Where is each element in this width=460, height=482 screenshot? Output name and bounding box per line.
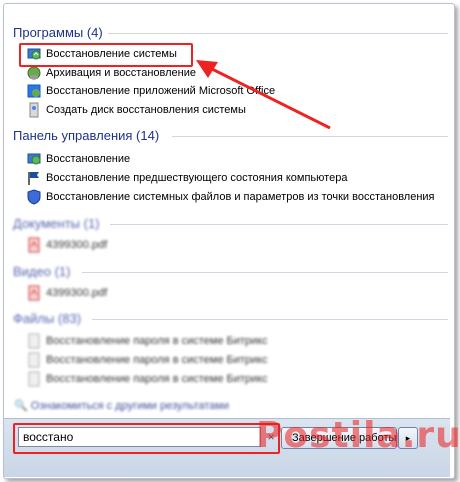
section-divider [110, 224, 448, 225]
result-video[interactable]: 4399300.pdf [26, 284, 107, 302]
file-icon [26, 333, 42, 349]
result-label: Восстановление [46, 153, 131, 165]
result-label: Восстановление пароля в системе Битрикс [46, 373, 268, 385]
section-divider [82, 272, 448, 273]
section-header-control-panel[interactable]: Панель управления (14) [13, 128, 159, 143]
result-file[interactable]: Восстановление пароля в системе Битрикс [26, 351, 268, 369]
section-divider [172, 136, 448, 137]
section-header-programs[interactable]: Программы (4) [13, 25, 103, 40]
result-label: Восстановление пароля в системе Битрикс [46, 354, 268, 366]
result-file[interactable]: Восстановление пароля в системе Битрикс [26, 370, 268, 388]
search-icon: 🔍 [14, 400, 28, 412]
result-label: Восстановление предшествующего состояния… [46, 172, 348, 184]
file-icon [26, 352, 42, 368]
result-recovery[interactable]: Восстановление [26, 150, 130, 168]
result-restore-system-files[interactable]: Восстановление системных файлов и параме… [26, 188, 435, 206]
result-label: 4399300.pdf [46, 287, 108, 299]
section-header-video[interactable]: Видео (1) [13, 264, 70, 279]
pdf-icon [26, 285, 42, 301]
result-label: 4399300.pdf [46, 239, 108, 251]
result-label: Восстановление системных файлов и параме… [46, 191, 435, 203]
see-more-results-link[interactable]: 🔍 Ознакомиться с другими результатами [14, 399, 229, 412]
result-restore-previous-state[interactable]: Восстановление предшествующего состояния… [26, 169, 347, 187]
disc-icon [26, 102, 42, 118]
highlight-box [19, 43, 193, 67]
office-recovery-icon [26, 83, 42, 99]
result-document[interactable]: 4399300.pdf [26, 236, 107, 254]
flag-icon [26, 170, 42, 186]
highlight-box [13, 423, 280, 454]
pdf-icon [26, 237, 42, 253]
system-restore-icon [26, 151, 42, 167]
result-label: Архивация и восстановление [46, 67, 196, 79]
section-header-files[interactable]: Файлы (83) [13, 311, 81, 326]
watermark: Postila.ru [256, 415, 460, 456]
shield-icon [26, 189, 42, 205]
arrow-annotation [196, 60, 331, 130]
section-divider [92, 319, 448, 320]
result-label: Восстановление пароля в системе Битрикс [46, 335, 268, 347]
section-header-documents[interactable]: Документы (1) [13, 216, 100, 231]
section-divider [108, 33, 448, 34]
backup-icon [26, 65, 42, 81]
result-file[interactable]: Восстановление пароля в системе Битрикс [26, 332, 268, 350]
file-icon [26, 371, 42, 387]
